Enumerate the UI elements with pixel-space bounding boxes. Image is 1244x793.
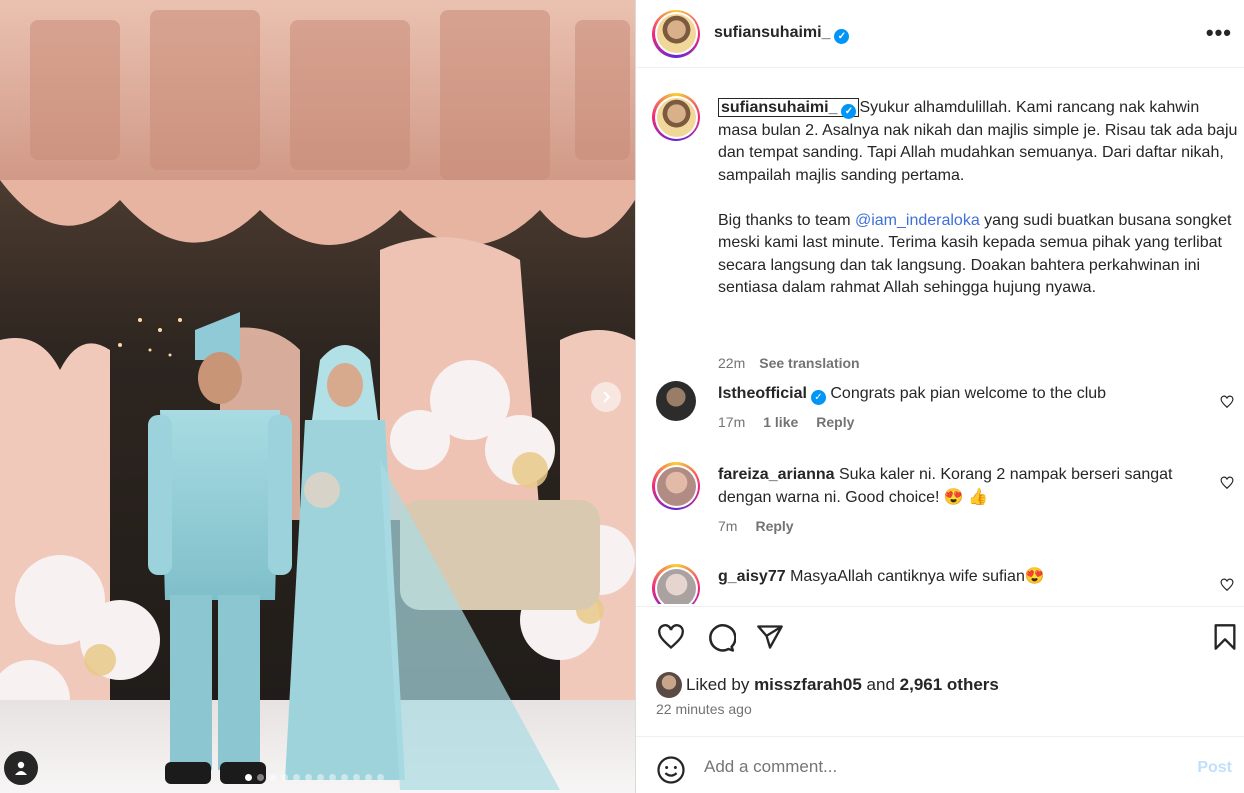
commenter-avatar[interactable]: [656, 381, 696, 421]
comment-text: fareiza_arianna Suka kaler ni. Korang 2 …: [718, 466, 1173, 506]
commenter-avatar[interactable]: [652, 462, 700, 510]
like-comment-heart-icon[interactable]: [1220, 578, 1234, 592]
likes-count[interactable]: 2,961 others: [900, 675, 999, 695]
comment-bubble-icon[interactable]: [706, 623, 736, 653]
carousel-dot: [365, 774, 372, 781]
caption-author-avatar[interactable]: [652, 93, 700, 141]
mention-link[interactable]: @iam_inderaloka: [855, 212, 980, 229]
reply-button[interactable]: Reply: [816, 414, 854, 430]
post-header: sufiansuhaimi_ ✓ •••: [636, 0, 1244, 68]
post-action-bar: [636, 606, 1244, 666]
comment-time: 7m: [718, 518, 738, 534]
carousel-dot: [329, 774, 336, 781]
post-timestamp: 22 minutes ago: [656, 701, 752, 717]
likes-middle: and: [866, 675, 895, 694]
comment-likes-count[interactable]: 1 like: [763, 414, 798, 430]
comment-meta: 17m 1 like Reply: [718, 414, 872, 430]
commenter-username[interactable]: g_aisy77: [718, 568, 786, 585]
see-translation-button[interactable]: See translation: [759, 355, 859, 371]
comment-text: g_aisy77 MasyaAllah cantiknya wife sufia…: [718, 568, 1045, 585]
like-comment-heart-icon[interactable]: [1220, 395, 1234, 409]
comment-time: 17m: [718, 414, 746, 430]
post-viewer: sufiansuhaimi_ ✓ ••• sufiansuhaimi_ ✓ Syuku…: [0, 0, 1244, 793]
carousel-dot: [305, 774, 312, 781]
share-send-icon[interactable]: [756, 623, 784, 651]
emoji-icon[interactable]: [656, 755, 686, 785]
post-details-panel: sufiansuhaimi_ ✓ ••• sufiansuhaimi_ ✓ Syuku…: [635, 0, 1244, 793]
carousel-indicator: [245, 774, 384, 781]
like-comment-heart-icon[interactable]: [1220, 476, 1234, 490]
carousel-dot: [269, 774, 276, 781]
more-options-button[interactable]: •••: [1206, 20, 1232, 46]
caption-meta: 22m See translation: [718, 355, 860, 371]
caption-username[interactable]: sufiansuhaimi_ ✓: [718, 98, 860, 119]
commenter-username[interactable]: lstheofficial: [718, 385, 807, 402]
author-avatar[interactable]: [652, 9, 700, 58]
more-horizontal-icon: •••: [1205, 20, 1232, 45]
verified-badge-icon: ✓: [834, 28, 850, 44]
carousel-dot: [317, 774, 324, 781]
post-photo[interactable]: [0, 0, 635, 793]
liker-avatar: [656, 672, 682, 698]
caption-paragraph-2-start: Big thanks to team: [718, 211, 855, 229]
tagged-users-button[interactable]: [4, 751, 38, 785]
carousel-dot: [257, 774, 264, 781]
carousel-dot: [281, 774, 288, 781]
user-icon: [15, 761, 27, 775]
chevron-right-icon: [603, 391, 611, 403]
like-heart-icon[interactable]: [656, 623, 686, 651]
comment-text: lstheofficial ✓ Congrats pak pian welcome…: [718, 385, 1107, 405]
carousel-dot: [293, 774, 300, 781]
commenter-username[interactable]: fareiza_arianna: [718, 466, 835, 483]
next-slide-button[interactable]: [591, 382, 621, 412]
add-comment-bar: Post: [636, 736, 1244, 793]
wedding-photo-image: [0, 0, 635, 793]
caption-text: sufiansuhaimi_ ✓ Syukur alhamdulillah. Kam…: [718, 97, 1238, 300]
caption-time: 22m: [718, 355, 746, 371]
comments-scroll-area[interactable]: sufiansuhaimi_ ✓ Syukur alhamdulillah. Kam…: [636, 69, 1244, 604]
verified-badge-icon: ✓: [810, 390, 826, 405]
add-comment-input[interactable]: [704, 757, 1164, 777]
post-comment-button[interactable]: Post: [1197, 759, 1232, 777]
verified-badge-icon: ✓: [841, 104, 857, 119]
liker-username[interactable]: misszfarah05: [754, 675, 862, 695]
author-username[interactable]: sufiansuhaimi_ ✓: [714, 24, 850, 44]
carousel-dot: [377, 774, 384, 781]
carousel-dot: [341, 774, 348, 781]
reply-button[interactable]: Reply: [755, 518, 793, 534]
save-bookmark-icon[interactable]: [1213, 623, 1237, 651]
likes-summary[interactable]: Liked by misszfarah05 and 2,961 others: [656, 672, 999, 698]
comment-meta: 7m Reply: [718, 518, 812, 534]
likes-prefix: Liked by: [686, 675, 750, 694]
commenter-avatar[interactable]: [652, 564, 700, 604]
carousel-dot: [245, 774, 252, 781]
carousel-dot: [353, 774, 360, 781]
